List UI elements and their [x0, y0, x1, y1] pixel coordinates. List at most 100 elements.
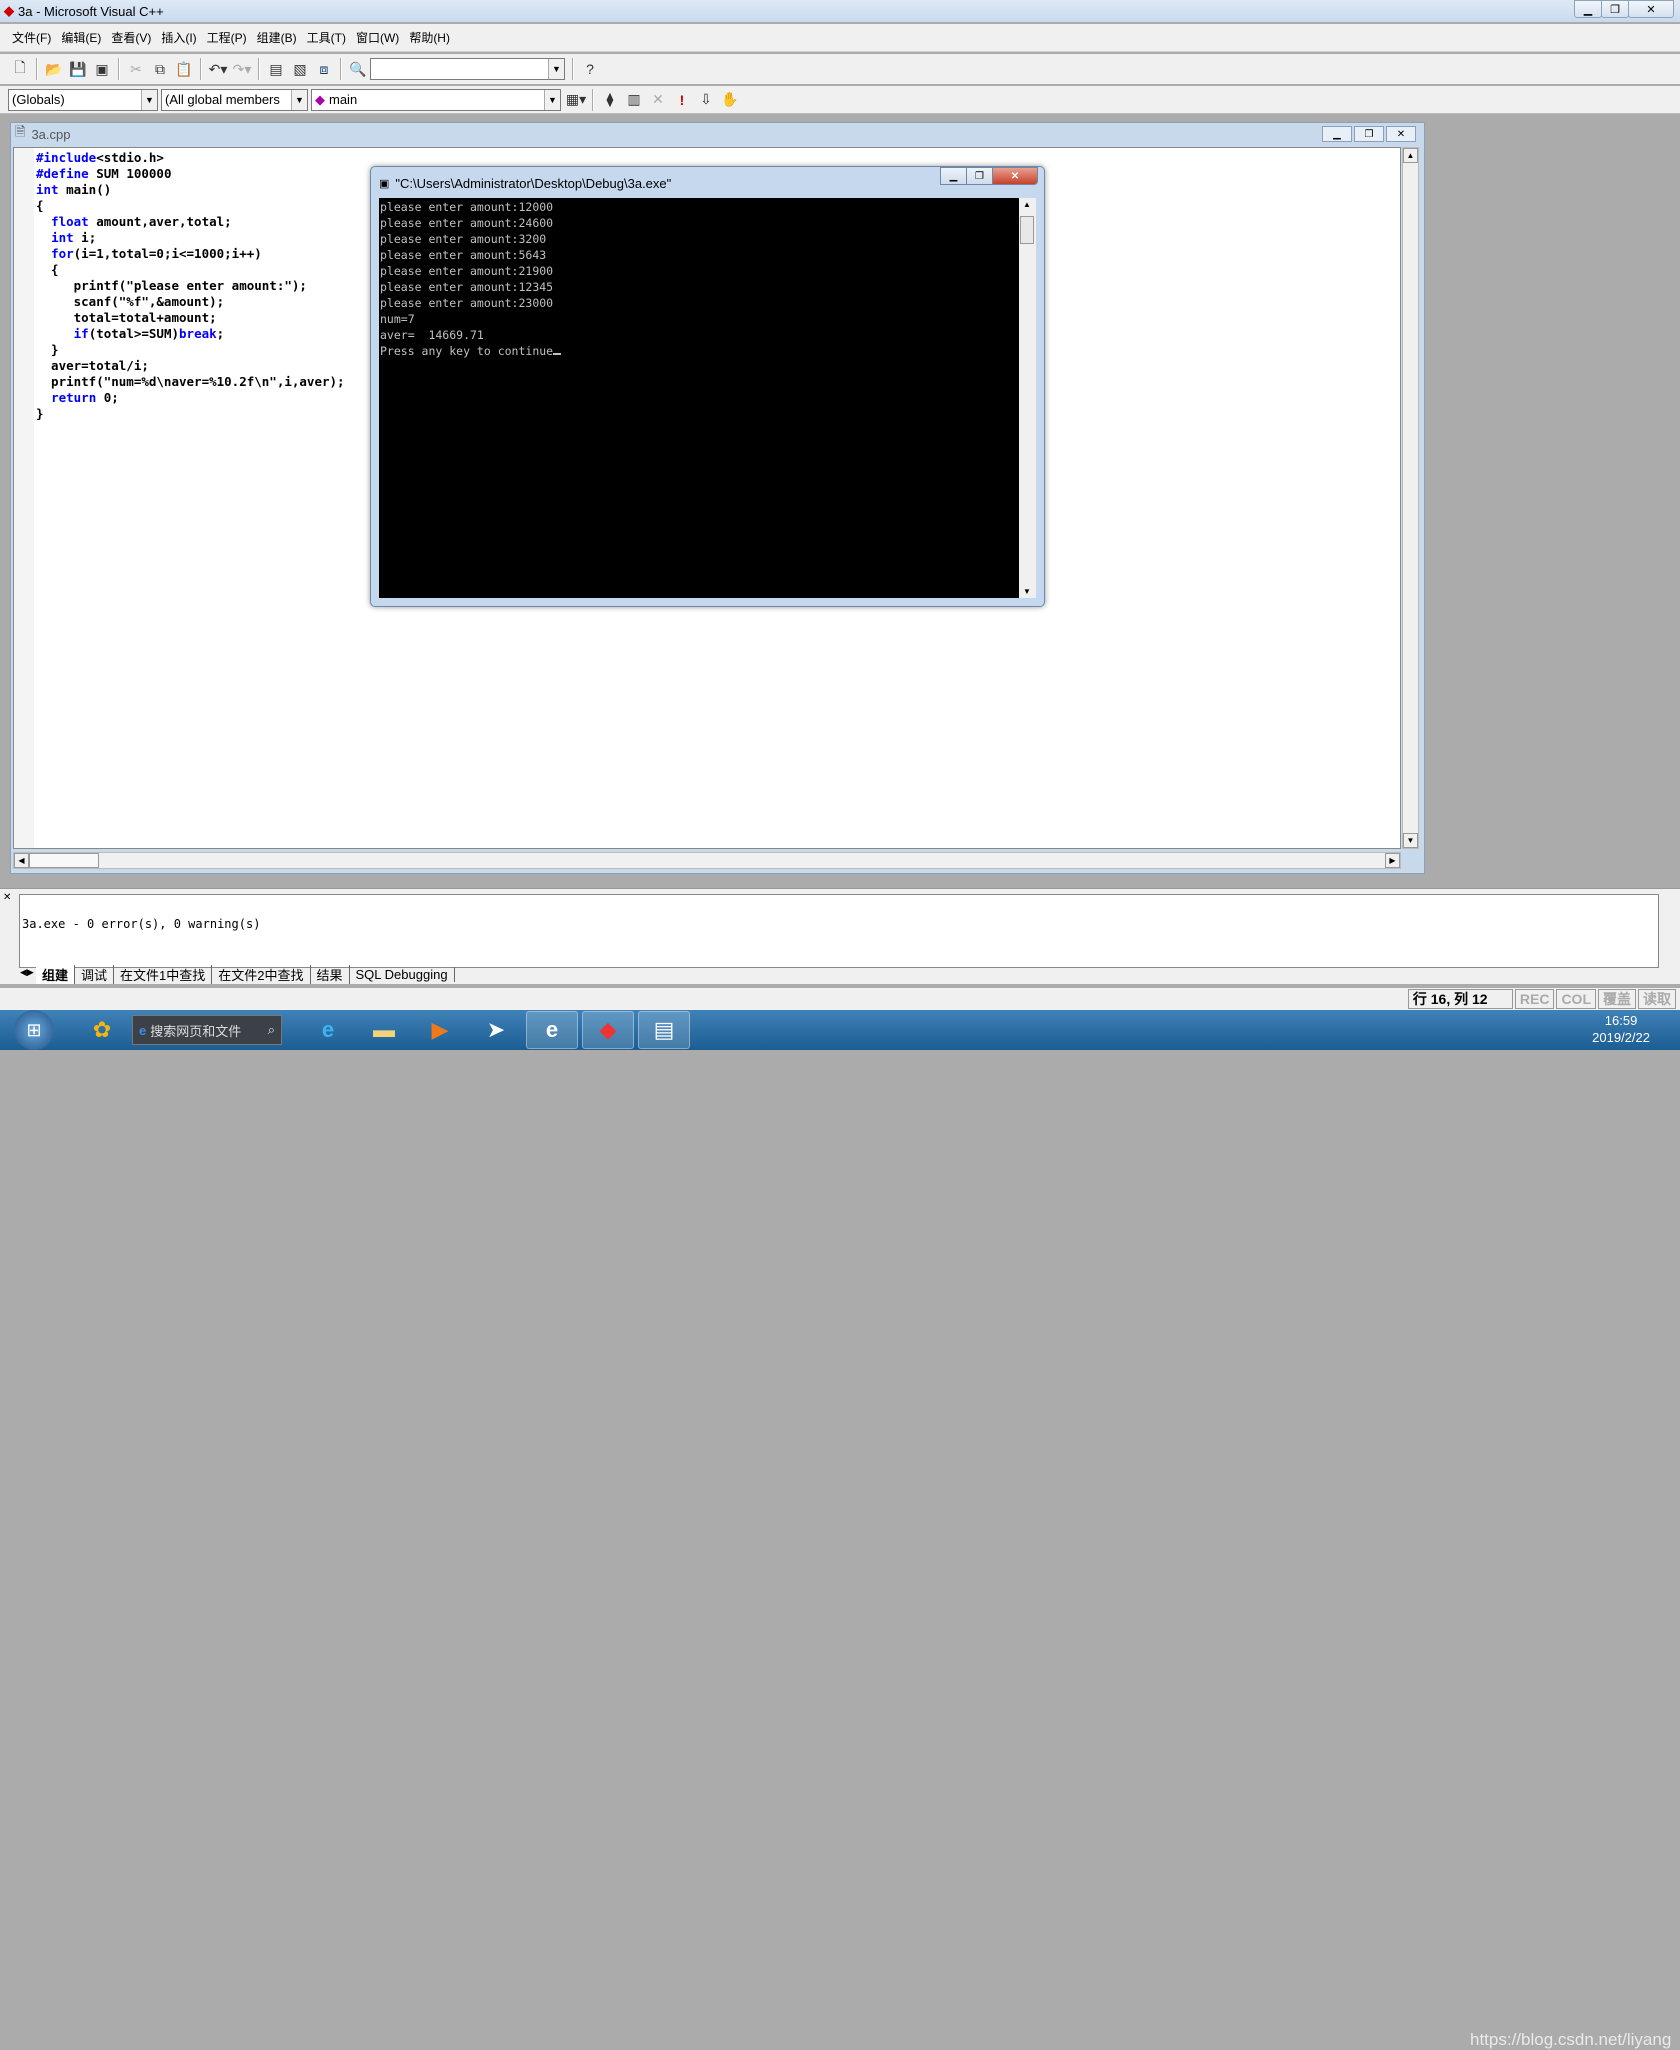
code-line: {: [36, 198, 345, 214]
internet-explorer-icon[interactable]: e: [302, 1011, 354, 1049]
menu-item[interactable]: 帮助(H): [409, 29, 450, 46]
menu-item[interactable]: 工具(T): [307, 29, 346, 46]
scroll-down-icon[interactable]: ▼: [1403, 833, 1418, 848]
console-restore-button[interactable]: ❐: [966, 167, 993, 185]
save-icon[interactable]: 💾: [68, 59, 88, 79]
close-panel-icon[interactable]: ✕: [3, 892, 11, 903]
cursor-position: 行 16, 列 12: [1407, 989, 1513, 1009]
output-tab[interactable]: 组建: [36, 964, 76, 984]
build-icon[interactable]: ▥: [624, 90, 644, 110]
code-text: amount,aver,total;: [88, 214, 232, 229]
find-combo[interactable]: ▼: [370, 58, 565, 80]
start-button[interactable]: ⊞: [14, 1010, 54, 1050]
text-cursor: [553, 353, 562, 355]
console-text: aver= 14669.71: [380, 328, 484, 342]
tab-scroll-icon[interactable]: ◀▶: [20, 967, 34, 978]
menu-item[interactable]: 编辑(E): [61, 29, 101, 46]
breakpoint-icon[interactable]: ✋: [720, 90, 740, 110]
scroll-thumb[interactable]: [29, 853, 99, 868]
paste-icon[interactable]: 📋: [174, 59, 194, 79]
go-icon[interactable]: ⇩: [696, 90, 716, 110]
chevron-down-icon[interactable]: ▼: [548, 59, 564, 79]
output-tab[interactable]: 调试: [75, 964, 115, 984]
code-line: printf("please enter amount:");: [36, 278, 345, 294]
window-title: 3a - Microsoft Visual C++: [18, 3, 164, 19]
scroll-left-icon[interactable]: ◀: [14, 853, 29, 868]
scroll-up-icon[interactable]: ▲: [1403, 148, 1418, 163]
console-text: please enter amount:12000: [380, 200, 554, 214]
compile-icon[interactable]: ⧫: [600, 90, 620, 110]
chevron-down-icon[interactable]: ▼: [544, 89, 560, 110]
code-line: }: [36, 342, 345, 358]
horizontal-scrollbar[interactable]: ◀ ▶: [13, 852, 1401, 869]
console-close-button[interactable]: ✕: [992, 167, 1038, 185]
wizard-action-icon[interactable]: ▦▾: [566, 90, 586, 110]
menu-item[interactable]: 工程(P): [207, 29, 247, 46]
ie-icon: e: [139, 1022, 147, 1038]
console-output[interactable]: please enter amount:12000 please enter am…: [379, 198, 1019, 598]
build-output[interactable]: 3a.exe - 0 error(s), 0 warning(s): [19, 894, 1659, 968]
find-in-files-icon[interactable]: 🔍: [348, 59, 368, 79]
menu-item[interactable]: 文件(F): [12, 29, 51, 46]
stop-build-icon[interactable]: ✕: [648, 90, 668, 110]
editor-close-button[interactable]: ✕: [1386, 126, 1416, 142]
output-tab[interactable]: 结果: [311, 964, 350, 984]
file-explorer-icon[interactable]: ▬: [358, 1011, 410, 1049]
menu-item[interactable]: 查看(V): [111, 29, 151, 46]
undo-icon[interactable]: ↶▾: [208, 59, 228, 79]
open-icon[interactable]: 📂: [44, 59, 64, 79]
close-button[interactable]: ✕: [1628, 0, 1674, 18]
execute-icon[interactable]: !: [672, 90, 692, 110]
taskbar-search[interactable]: e 搜索网页和文件 ⌕: [132, 1015, 282, 1045]
new-file-icon[interactable]: 🗋: [10, 59, 30, 79]
output-tab[interactable]: 在文件2中查找: [212, 964, 311, 984]
console-line: please enter amount:24600: [380, 215, 1018, 231]
function-combo[interactable]: ◆ main ▼: [311, 88, 561, 111]
console-line: please enter amount:21900: [380, 263, 1018, 279]
scroll-down-icon[interactable]: ▼: [1023, 587, 1031, 596]
visual-cpp-icon[interactable]: ◆: [582, 1011, 634, 1049]
chevron-down-icon[interactable]: ▼: [141, 89, 157, 110]
members-combo[interactable]: (All global members ▼: [161, 88, 308, 111]
minimize-button[interactable]: ▁: [1574, 0, 1602, 18]
copy-icon[interactable]: ⧉: [150, 59, 170, 79]
scroll-up-icon[interactable]: ▲: [1023, 200, 1031, 209]
console-text: Press any key to continue: [380, 344, 554, 358]
output-tab[interactable]: SQL Debugging: [350, 966, 455, 982]
windows-icon[interactable]: ⧈: [314, 59, 334, 79]
search-icon[interactable]: ?: [580, 59, 600, 79]
menu-item[interactable]: 窗口(W): [356, 29, 399, 46]
app-360-icon[interactable]: ✿: [76, 1011, 128, 1049]
vertical-scrollbar[interactable]: ▲ ▼: [1402, 147, 1419, 849]
restore-button[interactable]: ❐: [1601, 0, 1629, 18]
console-window: ▣ "C:\Users\Administrator\Desktop\Debug\3…: [370, 166, 1045, 607]
code-text: 0;: [96, 390, 119, 405]
output-tab[interactable]: 在文件1中查找: [114, 964, 213, 984]
menu-item[interactable]: 组建(B): [257, 29, 297, 46]
code-text: {: [36, 262, 59, 277]
scroll-thumb[interactable]: [1020, 216, 1034, 244]
app-arrow-icon[interactable]: ➤: [470, 1011, 522, 1049]
scope-combo[interactable]: (Globals) ▼: [8, 88, 158, 111]
browser-icon[interactable]: e: [526, 1011, 578, 1049]
console-scrollbar[interactable]: ▲ ▼: [1019, 198, 1036, 598]
workspace-icon[interactable]: ▤: [266, 59, 286, 79]
redo-icon[interactable]: ↷▾: [232, 59, 252, 79]
system-clock[interactable]: 16:59 2019/2/22: [1592, 1012, 1650, 1046]
menu-item[interactable]: 插入(I): [161, 29, 196, 46]
code-line: int main(): [36, 182, 345, 198]
console-app-icon[interactable]: ▤: [638, 1011, 690, 1049]
code-text: ;: [216, 326, 225, 341]
save-all-icon[interactable]: ▣: [92, 59, 112, 79]
console-minimize-button[interactable]: ▁: [940, 167, 967, 185]
scroll-right-icon[interactable]: ▶: [1385, 853, 1400, 868]
editor-minimize-button[interactable]: ▁: [1322, 126, 1352, 142]
chevron-down-icon[interactable]: ▼: [291, 89, 307, 110]
cut-icon[interactable]: ✂: [126, 59, 146, 79]
editor-restore-button[interactable]: ❐: [1354, 126, 1384, 142]
media-player-icon[interactable]: ▶: [414, 1011, 466, 1049]
output-icon[interactable]: ▧: [290, 59, 310, 79]
